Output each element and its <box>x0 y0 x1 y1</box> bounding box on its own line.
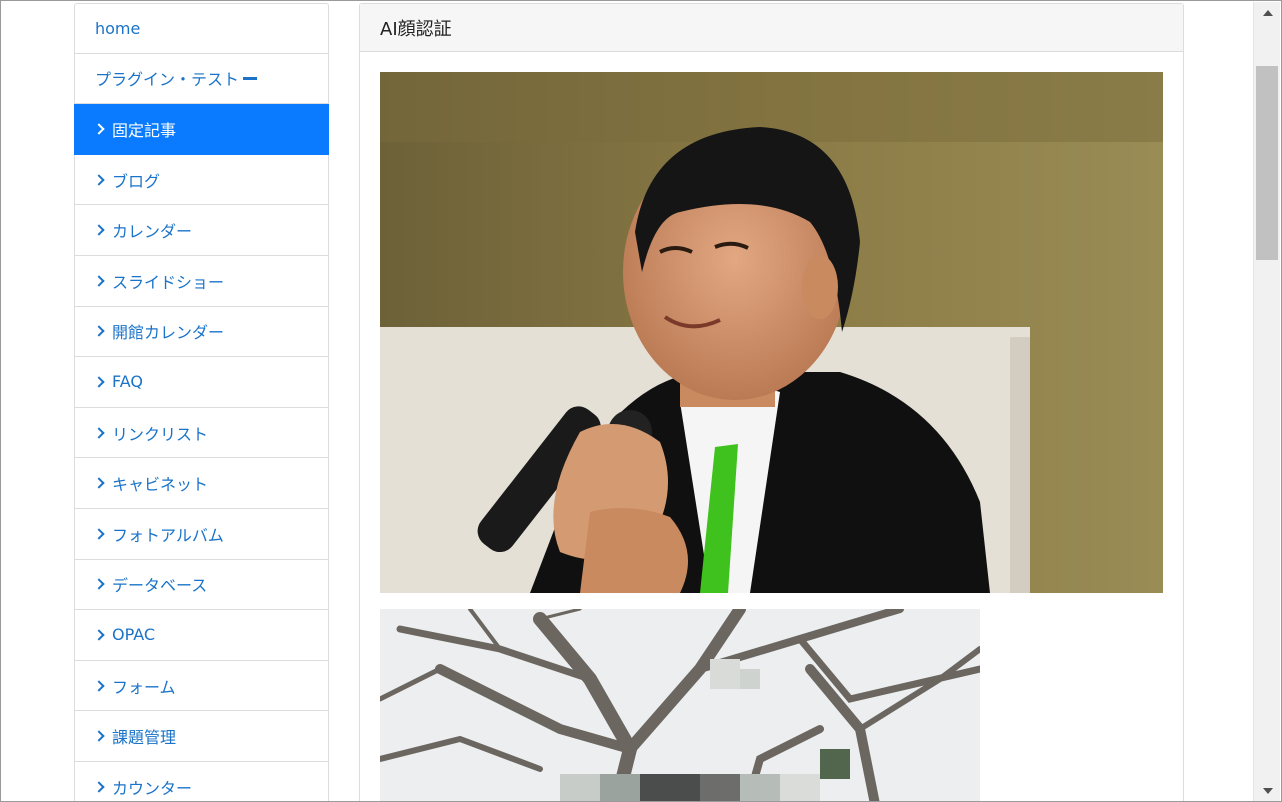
speaker-photo <box>380 72 1163 593</box>
sidebar-item-15[interactable]: カウンター <box>74 761 329 801</box>
scroll-up-button[interactable] <box>1254 2 1281 24</box>
chevron-right-icon <box>93 123 105 135</box>
chevron-right-icon <box>93 528 105 540</box>
collapse-dash-icon <box>243 76 258 80</box>
chevron-right-icon <box>93 224 105 236</box>
chevron-right-icon <box>93 426 105 439</box>
scrollbar-thumb[interactable] <box>1256 66 1278 260</box>
panel-header: AI顔認証 <box>360 4 1183 52</box>
sidebar-item-label: リンクリスト <box>112 424 209 444</box>
sidebar-item-label: 固定記事 <box>112 120 177 140</box>
sidebar-item-13[interactable]: フォーム <box>74 660 329 712</box>
sidebar-item-label: プラグイン・テスト <box>95 70 240 90</box>
sidebar-item-label: スライドショー <box>112 272 225 292</box>
content-panel: AI顔認証 <box>359 3 1184 801</box>
sidebar-item-7[interactable]: FAQ <box>74 357 329 408</box>
scroll-down-button[interactable] <box>1254 780 1281 801</box>
page-title: AI顔認証 <box>380 18 452 40</box>
sidebar-item-2[interactable]: 固定記事 <box>74 104 329 155</box>
chevron-right-icon <box>93 173 105 186</box>
sidebar-item-label: OPAC <box>112 625 156 645</box>
sidebar-item-11[interactable]: データベース <box>74 559 329 611</box>
chevron-right-icon <box>93 578 105 590</box>
sidebar-item-label: 開館カレンダー <box>112 323 225 343</box>
chevron-right-icon <box>93 376 105 388</box>
vertical-scrollbar[interactable] <box>1253 2 1281 801</box>
sidebar-item-10[interactable]: フォトアルバム <box>74 508 329 560</box>
sidebar-item-6[interactable]: 開館カレンダー <box>74 306 329 358</box>
cherry-tree-photo <box>380 609 980 801</box>
chevron-right-icon <box>93 781 105 793</box>
sidebar-item-14[interactable]: 課題管理 <box>74 711 329 762</box>
sidebar-item-label: フォーム <box>112 677 176 697</box>
sidebar-item-4[interactable]: カレンダー <box>74 205 329 256</box>
sidebar-item-label: 課題管理 <box>112 728 177 748</box>
sidebar-item-label: FAQ <box>112 372 143 392</box>
sidebar-item-12[interactable]: OPAC <box>74 610 329 661</box>
chevron-right-icon <box>93 679 105 692</box>
chevron-right-icon <box>93 477 105 489</box>
sidebar-item-label: カレンダー <box>112 222 193 242</box>
sidebar-item-0[interactable]: home <box>74 3 329 54</box>
sidebar-item-3[interactable]: ブログ <box>74 154 329 206</box>
sidebar-item-1[interactable]: プラグイン・テスト <box>74 53 329 105</box>
chevron-right-icon <box>93 275 105 287</box>
sidebar-item-label: カウンター <box>112 778 193 798</box>
sidebar-item-8[interactable]: リンクリスト <box>74 407 329 459</box>
chevron-right-icon <box>93 325 105 338</box>
chevron-right-icon <box>93 629 105 641</box>
sidebar-item-5[interactable]: スライドショー <box>74 255 329 307</box>
triangle-up-icon <box>1262 10 1273 16</box>
sidebar-item-label: ブログ <box>112 171 161 191</box>
sidebar-item-label: キャビネット <box>112 475 209 495</box>
sidebar-item-label: データベース <box>112 576 208 596</box>
sidebar-item-label: home <box>95 18 141 38</box>
chevron-right-icon <box>93 730 105 742</box>
sidebar-nav: home プラグイン・テスト固定記事ブログカレンダースライドショー 開館カレンダー F… <box>74 3 329 801</box>
browser-viewport: home プラグイン・テスト固定記事ブログカレンダースライドショー 開館カレンダー F… <box>0 0 1282 802</box>
sidebar-item-9[interactable]: キャビネット <box>74 458 329 509</box>
sidebar-item-label: フォトアルバム <box>112 525 224 545</box>
triangle-down-icon <box>1262 788 1273 794</box>
